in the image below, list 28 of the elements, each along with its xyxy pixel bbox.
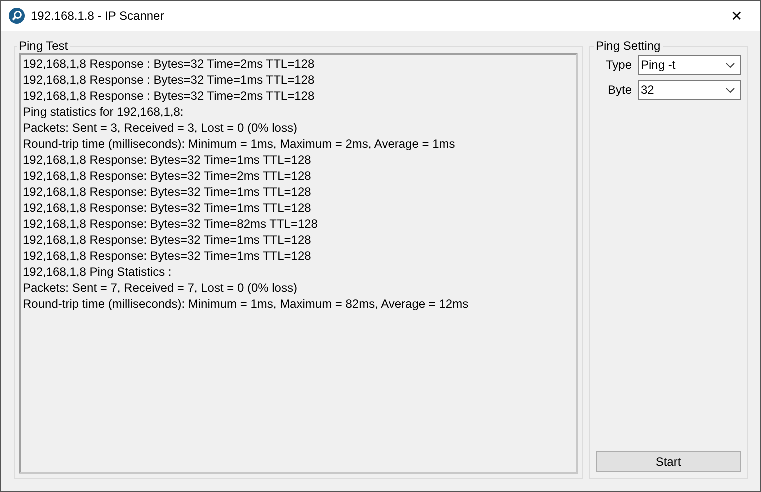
log-line: 192,168,1,8 Response: Bytes=32 Time=82ms TTL=128 bbox=[23, 216, 319, 232]
group-title: Ping Test bbox=[18, 39, 70, 53]
log-line: 192,168,1,8 Response: Bytes=32 Time=1ms TTL=128 bbox=[23, 200, 312, 216]
log-line: 192,168,1,8 Response : Bytes=32 Time=2ms TTL=128 bbox=[23, 56, 316, 72]
chevron-icon bbox=[726, 62, 735, 68]
log-line: Packets: Sent = 7, Received = 7, Lost = 0 (0% loss) bbox=[23, 280, 298, 296]
log-line: Round-trip time (milliseconds): Minimum = 1ms, Maximum = 82ms, Average = 12ms bbox=[23, 296, 470, 312]
log-line: 192,168,1,8 Response: Bytes=32 Time=1ms TTL=128 bbox=[23, 248, 312, 264]
dropdown[interactable]: Ping -t bbox=[638, 55, 741, 75]
log-line: Packets: Sent = 3, Received = 3, Lost = 0 (0% loss) bbox=[23, 120, 298, 136]
log-line: 192,168,1,8 Response: Bytes=32 Time=1ms TTL=128 bbox=[23, 152, 312, 168]
log-line: 192,168,1,8 Response : Bytes=32 Time=2ms TTL=128 bbox=[23, 88, 316, 104]
field-label: Byte bbox=[606, 83, 632, 97]
start-button[interactable]: Start bbox=[596, 451, 741, 472]
close-button[interactable]: ✕ bbox=[714, 8, 760, 24]
log-line: Ping statistics for 192,168,1,8: bbox=[23, 104, 185, 120]
field-label: Type bbox=[604, 58, 632, 72]
log-line: 192,168,1,8 Ping Statistics : bbox=[23, 264, 173, 280]
log-line: Round-trip time (milliseconds): Minimum = 1ms, Maximum = 2ms, Average = 1ms bbox=[23, 136, 456, 152]
log-line: 192,168,1,8 Response : Bytes=32 Time=1ms TTL=128 bbox=[23, 72, 316, 88]
log-line: 192,168,1,8 Response: Bytes=32 Time=2ms TTL=128 bbox=[23, 168, 312, 184]
dropdown[interactable]: 32 bbox=[638, 80, 741, 100]
log-line: 192,168,1,8 Response: Bytes=32 Time=1ms TTL=128 bbox=[23, 184, 312, 200]
group-title: Ping Setting bbox=[595, 39, 662, 53]
chevron-icon bbox=[726, 88, 735, 92]
magnifier-icon bbox=[9, 8, 25, 24]
window-title: 192.168.1.8 - IP Scanner bbox=[31, 9, 166, 23]
log-line: 192,168,1,8 Response: Bytes=32 Time=1ms TTL=128 bbox=[23, 232, 312, 248]
